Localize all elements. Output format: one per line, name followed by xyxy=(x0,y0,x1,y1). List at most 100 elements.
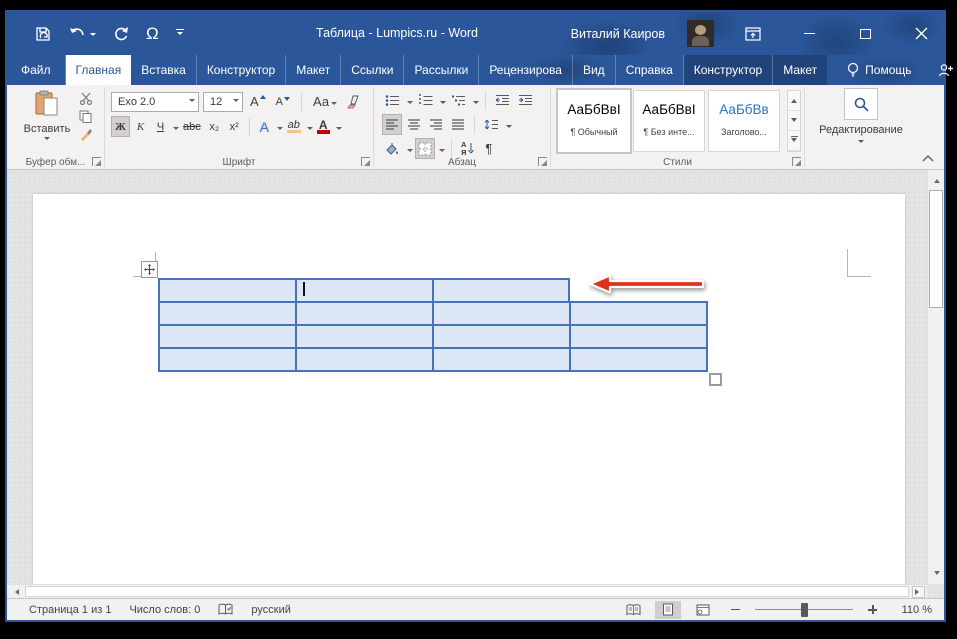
underline-dropdown-arrow[interactable] xyxy=(173,127,179,133)
maximize-button[interactable] xyxy=(848,19,882,49)
scroll-up-button[interactable] xyxy=(929,172,944,187)
redo-button[interactable] xyxy=(113,26,129,41)
tab-table-design[interactable]: Конструктор xyxy=(684,55,773,85)
status-page-info[interactable]: Страница 1 из 1 xyxy=(29,604,111,616)
table-cell[interactable] xyxy=(158,278,297,303)
multilevel-dropdown-arrow[interactable] xyxy=(473,101,479,107)
table-cell[interactable] xyxy=(432,278,570,303)
clear-formatting-button[interactable] xyxy=(344,91,365,112)
styles-scroll-down-button[interactable] xyxy=(788,111,800,131)
format-painter-button[interactable] xyxy=(79,128,93,141)
decrease-indent-button[interactable] xyxy=(492,90,513,111)
copy-button[interactable] xyxy=(79,110,93,123)
numbering-dropdown-arrow[interactable] xyxy=(440,101,446,107)
styles-scroll-up-button[interactable] xyxy=(788,91,800,111)
cut-button[interactable] xyxy=(79,92,93,105)
align-center-button[interactable] xyxy=(404,114,424,135)
bold-button[interactable]: Ж xyxy=(111,116,130,137)
borders-button[interactable] xyxy=(415,138,435,159)
scroll-right-button[interactable] xyxy=(912,586,925,598)
table-cell[interactable] xyxy=(158,301,297,326)
proofing-status-icon[interactable] xyxy=(218,603,233,616)
style-card-normal[interactable]: АаБбВвІ ¶ Обычный xyxy=(558,90,630,152)
shrink-font-button[interactable]: А xyxy=(273,91,293,112)
status-language[interactable]: русский xyxy=(251,604,290,616)
table-cell[interactable] xyxy=(569,301,708,326)
sort-button[interactable]: АЯ xyxy=(458,138,477,159)
font-color-button[interactable]: А xyxy=(314,116,333,137)
symbol-button[interactable]: Ω xyxy=(146,24,159,44)
tab-file[interactable]: Файл xyxy=(7,55,66,85)
tab-help[interactable]: Справка xyxy=(616,55,684,85)
change-case-button[interactable]: Аа xyxy=(310,91,340,112)
close-button[interactable] xyxy=(904,19,938,49)
paragraph-dialog-launcher[interactable] xyxy=(538,157,547,166)
zoom-slider[interactable] xyxy=(755,602,853,618)
align-right-button[interactable] xyxy=(426,114,446,135)
line-spacing-button[interactable] xyxy=(481,114,502,135)
table-cell[interactable] xyxy=(295,324,434,349)
numbering-button[interactable] xyxy=(415,90,436,111)
table-cell[interactable] xyxy=(569,347,708,372)
tab-layout[interactable]: Макет xyxy=(286,55,341,85)
user-name[interactable]: Виталий Каиров xyxy=(571,27,665,41)
view-read-mode-button[interactable] xyxy=(620,601,646,619)
editing-dropdown-arrow[interactable] xyxy=(858,140,864,146)
styles-more-button[interactable] xyxy=(788,131,800,151)
tab-mailings[interactable]: Рассылки xyxy=(404,55,479,85)
strikethrough-button[interactable]: abc xyxy=(180,116,204,137)
subscript-button[interactable]: x₂ xyxy=(205,116,224,137)
highlight-button[interactable]: ab xyxy=(284,116,304,137)
zoom-in-button[interactable] xyxy=(868,605,877,614)
ribbon-display-options-button[interactable] xyxy=(736,19,770,49)
status-word-count[interactable]: Число слов: 0 xyxy=(129,604,200,616)
tab-design[interactable]: Конструктор xyxy=(197,55,286,85)
paste-button[interactable]: Вставить xyxy=(21,90,73,143)
tab-review[interactable]: Рецензирова xyxy=(479,55,573,85)
line-spacing-dropdown-arrow[interactable] xyxy=(506,125,512,131)
view-print-layout-button[interactable] xyxy=(655,601,681,619)
table-cell[interactable] xyxy=(295,278,434,303)
tab-table-layout[interactable]: Макет xyxy=(773,55,827,85)
table-cell[interactable] xyxy=(295,347,434,372)
vertical-scrollbar-thumb[interactable] xyxy=(929,190,943,308)
justify-button[interactable] xyxy=(448,114,468,135)
horizontal-scrollbar[interactable] xyxy=(7,584,927,598)
view-web-layout-button[interactable] xyxy=(690,601,716,619)
style-card-no-spacing[interactable]: АаБбВвІ ¶ Без инте... xyxy=(633,90,705,152)
font-color-dropdown-arrow[interactable] xyxy=(336,127,342,133)
horizontal-scrollbar-track[interactable] xyxy=(25,586,909,597)
shading-dropdown-arrow[interactable] xyxy=(407,149,413,155)
table-cell[interactable] xyxy=(432,347,571,372)
grow-font-button[interactable]: А xyxy=(247,91,269,112)
table-cell[interactable] xyxy=(158,347,297,372)
share-button[interactable]: Поделиться xyxy=(924,55,957,85)
minimize-button[interactable] xyxy=(792,19,826,49)
vertical-scrollbar[interactable] xyxy=(927,170,944,584)
table-move-handle[interactable] xyxy=(141,261,158,278)
underline-button[interactable]: Ч xyxy=(151,116,170,137)
undo-button[interactable] xyxy=(69,27,96,41)
font-family-select[interactable]: Exo 2.0 xyxy=(111,92,199,112)
user-avatar[interactable] xyxy=(687,20,714,47)
show-marks-button[interactable]: ¶ xyxy=(479,138,498,159)
table-cell[interactable] xyxy=(569,324,708,349)
superscript-button[interactable]: x² xyxy=(225,116,244,137)
table-cell[interactable] xyxy=(432,301,571,326)
borders-dropdown-arrow[interactable] xyxy=(439,149,445,155)
clipboard-dialog-launcher[interactable] xyxy=(92,157,101,166)
zoom-out-button[interactable] xyxy=(731,609,740,611)
bullets-dropdown-arrow[interactable] xyxy=(407,101,413,107)
save-button[interactable] xyxy=(35,26,52,42)
style-card-heading[interactable]: АаБбВв Заголово... xyxy=(708,90,780,152)
zoom-slider-handle[interactable] xyxy=(801,603,808,617)
tab-view[interactable]: Вид xyxy=(573,55,616,85)
tab-home[interactable]: Главная xyxy=(66,55,132,85)
undo-dropdown-arrow[interactable] xyxy=(90,33,96,39)
tab-insert[interactable]: Вставка xyxy=(131,55,197,85)
table-cell[interactable] xyxy=(295,301,434,326)
paste-dropdown-arrow[interactable] xyxy=(44,137,50,143)
zoom-percentage[interactable]: 110 % xyxy=(892,604,932,616)
italic-button[interactable]: К xyxy=(131,116,150,137)
shading-button[interactable] xyxy=(382,138,403,159)
